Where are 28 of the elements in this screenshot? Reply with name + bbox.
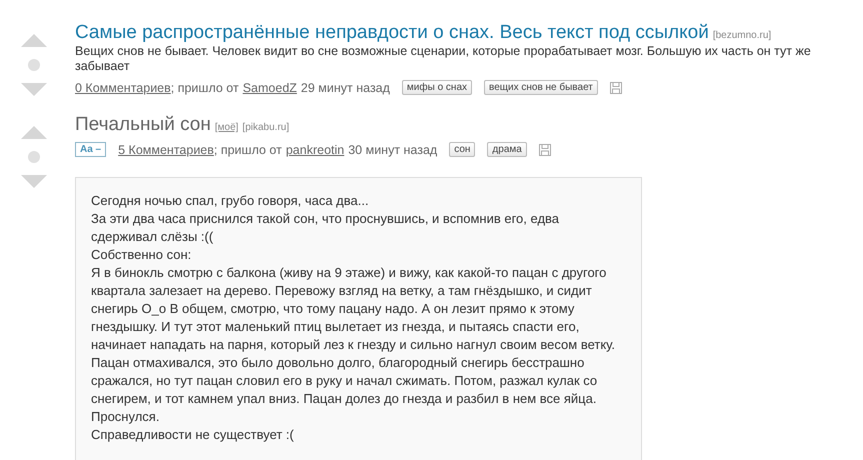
upvote-icon[interactable] xyxy=(21,34,47,47)
posted-by-text: ; пришло от xyxy=(214,142,282,156)
post-time: 29 минут назад xyxy=(300,80,390,94)
tag-button[interactable]: сон xyxy=(449,142,476,157)
post-label[interactable]: [моё] xyxy=(214,122,238,133)
dot-icon xyxy=(28,151,40,163)
post-description: Вещих снов не бывает. Человек видит во сне возможные сценарии, которые прорабатывает мозг. Большую их часть он тут же забывает xyxy=(75,44,812,74)
posted-by-text: ; пришло от xyxy=(170,80,239,94)
tag-button[interactable]: вещих снов не бывает xyxy=(484,80,598,95)
downvote-icon[interactable] xyxy=(21,83,47,96)
tag-button[interactable]: драма xyxy=(487,142,527,157)
comments-link[interactable]: 0 Комментариев xyxy=(75,80,171,94)
author-link[interactable]: pankreotin xyxy=(286,142,344,156)
downvote-icon[interactable] xyxy=(21,175,47,188)
post-title[interactable]: Самые распространённые неправдости о снах. Весь текст под ссылкой xyxy=(75,22,709,44)
source-domain: [pikabu.ru] xyxy=(242,122,290,133)
post-body-text: Сегодня ночью спал, грубо говоря, часа два... За эти два часа приснился такой сон, что проснувшись, и вспомнив его, едва сдерживал слёзы :(( Собственно сон: Я в бинокль смотрю с балкона (живу на 9 этаже) и вижу, как какой-то пацан с другого квартала залезает на дерево. Перевожу взгляд на ветку, а там гнёздышко, и сидит снегирь О_о В общем, смотрю, что тому пацану надо. А он лезит прямо к этому гнездышку. И тут этот маленький птиц вылетает из гнезда, и пытаясь спасти его, начинает нападать на парня, который лез к гнезду и сильно нагнул своим весом ветку. Пацан отмахивался, это было довольно долго, благородный снегирь бесстрашно сражался, но тут пацан словил его в руку и начал сжимать. Потом, разжал кулак со снегирем, и тот камнем упал вниз. Пацан долез до гнезда и разбил в нем все яйца. Проснулся. Справедливости не существует :( xyxy=(75,177,642,460)
post-title[interactable]: Печальный сон xyxy=(75,114,211,136)
upvote-icon[interactable] xyxy=(21,126,47,139)
comments-link[interactable]: 5 Комментариев xyxy=(118,142,214,156)
text-size-button[interactable]: Aa – xyxy=(75,142,106,157)
source-domain: [bezumno.ru] xyxy=(712,30,772,41)
post-time: 30 минут назад xyxy=(348,142,438,156)
dot-icon xyxy=(28,59,40,71)
tag-button[interactable]: мифы о снах xyxy=(402,80,472,95)
floppy-icon[interactable] xyxy=(538,144,551,156)
author-link[interactable]: SamoedZ xyxy=(242,80,297,94)
floppy-icon[interactable] xyxy=(610,82,622,94)
